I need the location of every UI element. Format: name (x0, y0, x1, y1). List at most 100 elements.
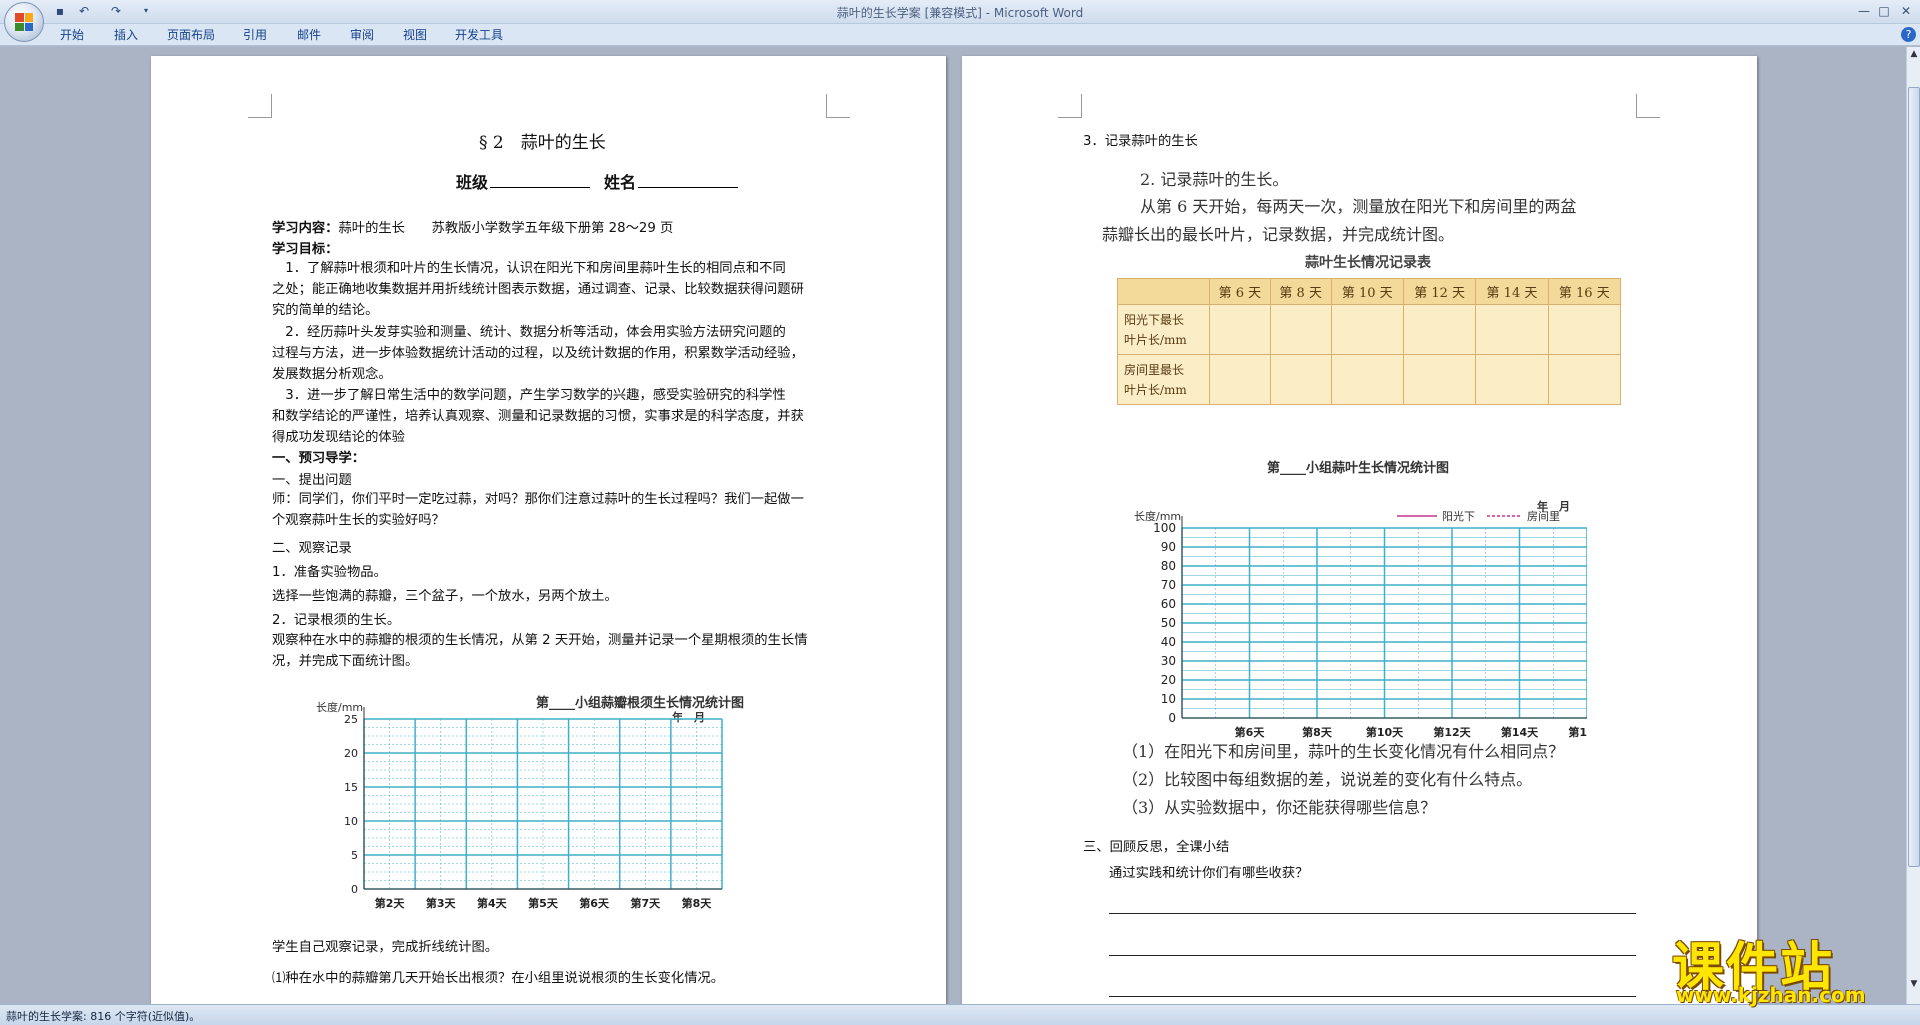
y-tick-label: 60 (1161, 597, 1176, 611)
x-tick-label: 第8天 (1302, 725, 1333, 739)
tab-view[interactable]: 视图 (403, 27, 427, 43)
analysis-questions: （1）在阳光下和房间里，蒜叶的生长变化情况有什么相同点？ （2）比较图中每组数据… (1122, 742, 1565, 817)
goal-1: 1．了解蒜叶根须和叶片的生长情况，认识在阳光下和房间里蒜叶生长的相同点和不同 之处… (272, 261, 804, 318)
y-tick-label: 25 (344, 713, 358, 726)
table-cell[interactable] (1475, 304, 1549, 355)
x-tick-label: 第2天 (375, 896, 406, 910)
crop-mark (248, 94, 272, 118)
section-1-heading: 一、预习导学： (272, 451, 366, 466)
y-tick-label: 50 (1161, 616, 1176, 630)
table-cell[interactable] (1209, 354, 1271, 405)
table-row-label: 房间里最长 叶片长/mm (1117, 354, 1210, 405)
table-cell[interactable] (1269, 304, 1332, 355)
x-tick-label: 第8天 (682, 896, 713, 910)
learning-goals-label: 学习目标： (272, 242, 339, 257)
after-chart-text: 学生自己观察记录，完成折线统计图。 (272, 940, 499, 955)
tab-review[interactable]: 审阅 (350, 27, 374, 43)
x-tick-label: 第4天 (477, 896, 508, 910)
book-text: 从第 6 天开始，每两天一次，测量放在阳光下和房间里的两盆 蒜瓣长出的最长叶片，记… (1102, 197, 1577, 244)
goal-3: 3．进一步了解日常生活中的数学问题，产生学习数学的兴趣，感受实验研究的科学性 和数… (272, 388, 804, 445)
undo-icon[interactable]: ↶ (76, 3, 92, 19)
tab-references[interactable]: 引用 (243, 27, 267, 43)
subsection-questions: 一、提出问题 (272, 473, 352, 488)
watermark-url: www.kjzhan.com (1676, 983, 1866, 1007)
help-icon[interactable]: ? (1901, 27, 1916, 42)
root-growth-chart: 第____小组蒜瓣根须生长情况统计图 长度/mm 年 月 0 5 10 15 20 25 第2天 第… (316, 695, 744, 910)
subsection-observe: 二、观察记录 (272, 541, 352, 556)
crop-mark (1058, 94, 1082, 118)
crop-mark (1636, 94, 1660, 118)
tab-developer[interactable]: 开发工具 (455, 27, 503, 43)
y-tick-label: 10 (1161, 692, 1176, 706)
table-cell[interactable] (1402, 354, 1477, 405)
y-tick-label: 10 (344, 815, 358, 828)
table-cell[interactable] (1209, 304, 1271, 355)
y-tick-label: 40 (1161, 635, 1176, 649)
document-page-1[interactable]: § 2 蒜叶的生长 班级 姓名 学习内容：蒜叶的生长 苏教版小学数学五年级下册第 … (151, 56, 946, 1004)
record-table-title: 蒜叶生长情况记录表 (1305, 255, 1431, 271)
table-header: 第 16 天 (1547, 278, 1622, 305)
y-tick-label: 5 (351, 849, 358, 862)
table-header: 第 10 天 (1330, 278, 1404, 305)
vertical-scrollbar[interactable]: ▲ ▼ (1906, 47, 1920, 1004)
tab-insert[interactable]: 插入 (114, 27, 138, 43)
x-tick-label: 第16天 (1568, 725, 1587, 739)
maximize-button[interactable]: □ (1872, 2, 1896, 20)
office-button[interactable] (4, 2, 44, 42)
document-workspace: § 2 蒜叶的生长 班级 姓名 学习内容：蒜叶的生长 苏教版小学数学五年级下册第 … (0, 47, 1920, 1004)
x-tick-label: 第14天 (1501, 725, 1539, 739)
table-cell[interactable] (1475, 354, 1549, 405)
answer-line[interactable] (1109, 996, 1636, 997)
table-cell[interactable] (1330, 304, 1404, 355)
question-1: ⑴种在水中的蒜瓣第几天开始长出根须？在小组里说说根须的生长变化情况。 (272, 971, 725, 986)
customize-icon[interactable]: ▾ (138, 3, 154, 19)
close-button[interactable]: ✕ (1894, 2, 1918, 20)
section-3-heading: 三、回顾反思，全课小结 (1083, 840, 1230, 855)
table-cell[interactable] (1547, 304, 1622, 355)
x-tick-label: 第7天 (630, 896, 661, 910)
table-cell[interactable] (1547, 354, 1622, 405)
x-tick-label: 第6天 (579, 896, 610, 910)
scroll-up-icon[interactable]: ▲ (1908, 47, 1920, 61)
y-tick-label: 80 (1161, 559, 1176, 573)
x-tick-label: 第10天 (1366, 725, 1404, 739)
table-row-label: 阳光下最长 叶片长/mm (1117, 304, 1210, 355)
table-cell[interactable] (1269, 354, 1332, 405)
table-header: 第 8 天 (1269, 278, 1332, 305)
y-tick-label: 20 (344, 747, 358, 760)
office-logo-icon (15, 13, 33, 31)
y-tick-label: 20 (1161, 673, 1176, 687)
tab-page-layout[interactable]: 页面布局 (167, 27, 215, 43)
table-cell[interactable] (1402, 304, 1477, 355)
save-icon[interactable]: ▪ (52, 3, 68, 19)
crop-mark (826, 94, 850, 118)
legend-label-sunlight: 阳光下 (1442, 509, 1475, 523)
y-tick-label: 30 (1161, 654, 1176, 668)
window-title: 蒜叶的生长学案 [兼容模式] - Microsoft Word (836, 6, 1084, 20)
y-tick-label: 0 (1168, 711, 1176, 725)
document-page-2[interactable]: 3．记录蒜叶的生长 2. 记录蒜叶的生长。 从第 6 天开始，每两天一次，测量放… (962, 56, 1757, 1004)
table-header: 第 12 天 (1402, 278, 1477, 305)
x-tick-label: 第5天 (528, 896, 559, 910)
x-tick-label: 第12天 (1433, 725, 1471, 739)
leaf-growth-chart: 第____小组蒜叶生长情况统计图长度/mm年 月0102030405060708… (1134, 460, 1587, 739)
ribbon-tabs: 开始 插入 页面布局 引用 邮件 审阅 视图 开发工具 ? (0, 24, 1920, 46)
answer-line[interactable] (1109, 913, 1636, 914)
x-tick-label: 第6天 (1235, 725, 1266, 739)
step-1-text: 选择一些饱满的蒜瓣，三个盆子，一个放水，另两个放土。 (272, 589, 618, 604)
y-tick-label: 90 (1161, 540, 1176, 554)
tab-mailings[interactable]: 邮件 (297, 27, 321, 43)
answer-line[interactable] (1109, 955, 1636, 956)
date-label: 年 月 (672, 710, 705, 724)
book-heading: 2. 记录蒜叶的生长。 (1140, 170, 1289, 189)
title-bar: 蒜叶的生长学案 [兼容模式] - Microsoft Word ▪ ↶ ↷ ▾ … (0, 0, 1920, 24)
tab-home[interactable]: 开始 (60, 27, 84, 43)
scroll-thumb[interactable] (1908, 87, 1920, 867)
goal-2: 2．经历蒜叶头发芽实验和测量、统计、数据分析等活动，体会用实验方法研究问题的 过程… (272, 325, 804, 382)
word-count-status[interactable]: 蒜叶的生长学案: 816 个字符(近似值)。 (6, 1008, 200, 1024)
redo-icon[interactable]: ↷ (108, 3, 124, 19)
learning-content: 学习内容：蒜叶的生长 苏教版小学数学五年级下册第 28～29 页 (272, 221, 674, 236)
table-cell[interactable] (1330, 354, 1404, 405)
chart-title: 第____小组蒜叶生长情况统计图 (1267, 460, 1449, 476)
chart-title: 第____小组蒜瓣根须生长情况统计图 (536, 695, 744, 711)
